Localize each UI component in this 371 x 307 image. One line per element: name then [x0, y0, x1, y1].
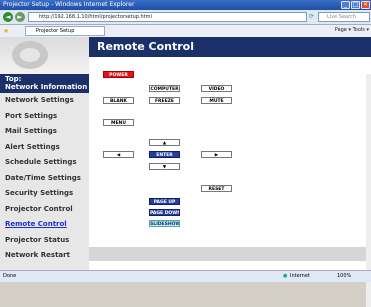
down-button[interactable]: ▼	[149, 163, 180, 170]
status-text: Done	[3, 273, 17, 279]
sidebar-item-mail-settings[interactable]: Mail Settings	[5, 124, 81, 140]
slideshow-button[interactable]: SLIDESHOW	[149, 220, 180, 227]
maximize-icon[interactable]: □	[351, 1, 360, 9]
remote-panel: POWER COMPUTER VIDEO BLANK FREEZE MUTE M…	[89, 57, 371, 270]
sidebar-menu: Network Settings Port Settings Mail Sett…	[5, 93, 81, 264]
page-content: Top: Network Information Network Setting…	[0, 37, 371, 307]
reset-button[interactable]: RESET	[201, 185, 232, 192]
page-title: Remote Control	[89, 37, 371, 57]
security-zone: Internet	[290, 273, 310, 279]
mute-button[interactable]: MUTE	[201, 97, 232, 104]
footer-bar	[89, 247, 371, 261]
sidebar-item-network-settings[interactable]: Network Settings	[5, 93, 81, 109]
tab-projector-setup[interactable]: Projector Setup	[25, 26, 105, 36]
sidebar-item-projector-status[interactable]: Projector Status	[5, 233, 81, 249]
computer-button[interactable]: COMPUTER	[149, 85, 180, 92]
sidebar: Top: Network Information Network Setting…	[0, 37, 89, 270]
page-down-button[interactable]: PAGE DOWN	[149, 209, 180, 216]
back-icon[interactable]: ◄	[3, 12, 13, 22]
status-bar: Done ● Internet 100%	[0, 270, 371, 282]
sidebar-item-remote-control[interactable]: Remote Control	[5, 217, 81, 233]
sidebar-item-schedule-settings[interactable]: Schedule Settings	[5, 155, 81, 171]
command-bar[interactable]: Page ▾ Tools ▾	[335, 27, 369, 33]
power-button[interactable]: POWER	[103, 71, 134, 78]
forward-icon[interactable]: ►	[15, 12, 25, 22]
logo-graphic	[12, 41, 48, 69]
sidebar-item-projector-control[interactable]: Projector Control	[5, 202, 81, 218]
sidebar-item-network-restart[interactable]: Network Restart	[5, 248, 81, 264]
window-title: Projector Setup - Windows Internet Explo…	[3, 1, 135, 8]
sidebar-item-top[interactable]: Top: Network Information	[0, 74, 89, 93]
address-bar[interactable]: http://192.168.1.10/html/projectorsetup.…	[28, 12, 307, 22]
enter-button[interactable]: ENTER	[149, 151, 180, 158]
sidebar-top-line2: Network Information	[5, 83, 88, 91]
sidebar-item-port-settings[interactable]: Port Settings	[5, 109, 81, 125]
page-up-button[interactable]: PAGE UP	[149, 198, 180, 205]
right-button[interactable]: ▶	[201, 151, 232, 158]
close-icon[interactable]: ×	[361, 1, 370, 9]
favorites-star-icon[interactable]: ★	[3, 27, 9, 35]
sidebar-item-security-settings[interactable]: Security Settings	[5, 186, 81, 202]
freeze-button[interactable]: FREEZE	[149, 97, 180, 104]
sidebar-top-line1: Top:	[5, 75, 22, 83]
tab-label: Projector Setup	[36, 28, 75, 34]
browser-toolbar: ◄ ► http://192.168.1.10/html/projectorse…	[0, 10, 371, 25]
menu-button[interactable]: MENU	[103, 119, 134, 126]
left-button[interactable]: ◀	[103, 151, 134, 158]
logo	[0, 37, 89, 74]
globe-icon: ●	[283, 273, 288, 279]
window-titlebar: Projector Setup - Windows Internet Explo…	[0, 0, 371, 10]
zoom-level[interactable]: 100%	[337, 271, 351, 282]
blank-button[interactable]: BLANK	[103, 97, 134, 104]
up-button[interactable]: ▲	[149, 139, 180, 146]
search-input[interactable]: Live Search	[318, 12, 370, 22]
minimize-icon[interactable]: _	[341, 1, 350, 9]
refresh-icon[interactable]: ⟳	[309, 13, 314, 20]
sidebar-item-alert-settings[interactable]: Alert Settings	[5, 140, 81, 156]
video-button[interactable]: VIDEO	[201, 85, 232, 92]
sidebar-item-date-time-settings[interactable]: Date/Time Settings	[5, 171, 81, 187]
